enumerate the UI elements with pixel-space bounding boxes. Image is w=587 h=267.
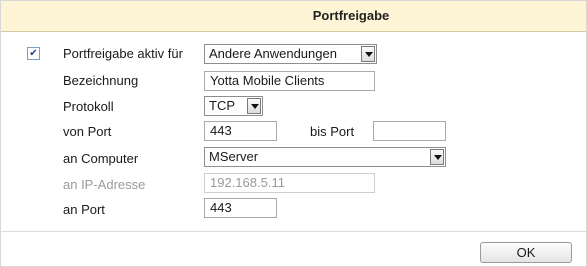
ip-address-input: 192.168.5.11 [204, 173, 375, 193]
ip-address-label: an IP-Adresse [63, 177, 146, 192]
port-forwarding-dialog: Portfreigabe ✔ Portfreigabe aktiv für An… [0, 0, 587, 267]
to-port-input[interactable] [373, 121, 446, 141]
to-port-label: bis Port [310, 124, 355, 139]
from-port-label: von Port [63, 124, 112, 139]
enable-forwarding-checkbox[interactable]: ✔ [27, 47, 40, 60]
protocol-select-value: TCP [209, 98, 235, 113]
target-port-input[interactable]: 443 [204, 198, 277, 218]
application-select-value: Andere Anwendungen [209, 46, 337, 61]
application-select[interactable]: Andere Anwendungen [204, 44, 377, 64]
chevron-down-icon[interactable] [430, 149, 444, 165]
chevron-down-icon[interactable] [361, 46, 375, 62]
chevron-down-icon[interactable] [247, 98, 261, 114]
protocol-label: Protokoll [63, 99, 114, 114]
computer-label: an Computer [63, 151, 139, 166]
computer-select[interactable]: MServer [204, 147, 446, 167]
name-label: Bezeichnung [63, 73, 139, 88]
protocol-select[interactable]: TCP [204, 96, 263, 116]
enable-forwarding-label: Portfreigabe aktiv für [63, 46, 183, 61]
ok-button[interactable]: OK [480, 242, 572, 263]
name-input[interactable]: Yotta Mobile Clients [204, 71, 375, 91]
dialog-titlebar: Portfreigabe [1, 1, 586, 32]
target-port-label: an Port [63, 202, 105, 217]
from-port-input[interactable]: 443 [204, 121, 277, 141]
computer-select-value: MServer [209, 149, 259, 164]
footer-divider [1, 231, 586, 232]
checkmark-icon: ✔ [29, 48, 38, 59]
dialog-title: Portfreigabe [312, 8, 390, 23]
